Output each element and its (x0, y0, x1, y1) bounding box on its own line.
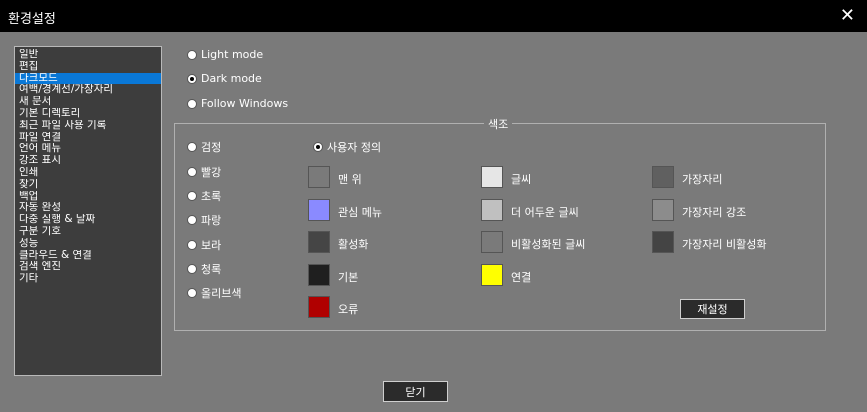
color-swatch[interactable] (652, 199, 674, 221)
sidebar-item[interactable]: 인쇄 (15, 167, 161, 179)
sidebar-item[interactable]: 검색 엔진 (15, 261, 161, 273)
radio-mode-option[interactable]: Light mode (187, 48, 263, 61)
color-swatch-label: 관심 메뉴 (338, 206, 382, 219)
color-swatch[interactable] (308, 199, 330, 221)
radio-indicator (187, 73, 197, 84)
color-swatch[interactable] (652, 166, 674, 188)
settings-category-list[interactable]: 일반 편집 다크모드 여백/경계선/가장자리 새 문서 기본 디렉토리 최근 파일 사용 기… (14, 46, 162, 376)
sidebar-item[interactable]: 찾기 (15, 179, 161, 191)
window-title: 환경설정 (8, 12, 56, 27)
radio-indicator (187, 288, 197, 298)
radio-label: Dark mode (201, 72, 262, 85)
radio-tone-option[interactable]: 청록 (187, 261, 221, 277)
color-swatch[interactable] (481, 166, 503, 188)
radio-indicator (187, 191, 197, 201)
radio-indicator (187, 167, 197, 177)
radio-custom-tone[interactable]: 사용자 정의 (313, 139, 381, 155)
color-swatch[interactable] (308, 296, 330, 318)
sidebar-item[interactable]: 백업 (15, 191, 161, 203)
color-swatch[interactable] (308, 166, 330, 188)
sidebar-item[interactable]: 자동 완성 (15, 202, 161, 214)
sidebar-item[interactable]: 기본 디렉토리 (15, 108, 161, 120)
sidebar-item[interactable]: 구분 기호 (15, 226, 161, 238)
radio-label: 파랑 (201, 214, 222, 227)
radio-indicator (187, 142, 197, 152)
color-swatch-label: 가장자리 (682, 173, 723, 186)
radio-tone-option[interactable]: 올리브색 (187, 285, 241, 301)
color-swatch-label: 더 어두운 글씨 (511, 206, 579, 219)
sidebar-item[interactable]: 클라우드 & 연결 (15, 250, 161, 262)
color-swatch[interactable] (308, 231, 330, 253)
sidebar-item[interactable]: 기타 (15, 273, 161, 285)
color-swatch-label: 비활성화된 글씨 (511, 238, 586, 251)
radio-mode-option[interactable]: Follow Windows (187, 97, 288, 110)
radio-label: 빨강 (201, 166, 222, 179)
close-icon[interactable]: ✕ (840, 5, 855, 26)
color-swatch[interactable] (308, 264, 330, 286)
tone-group-title: 색조 (484, 116, 513, 132)
color-swatch-label: 가장자리 비활성화 (682, 238, 767, 251)
color-swatch-label: 글씨 (511, 173, 532, 186)
radio-tone-option[interactable]: 빨강 (187, 164, 221, 180)
radio-custom-indicator (313, 142, 323, 152)
color-swatch-label: 기본 (338, 271, 359, 284)
title-bar: 환경설정 ✕ (0, 0, 867, 32)
radio-tone-option[interactable]: 초록 (187, 188, 221, 204)
radio-indicator (187, 264, 197, 274)
radio-label: 올리브색 (201, 287, 242, 300)
radio-indicator (187, 98, 197, 109)
color-swatch-label: 가장자리 강조 (682, 206, 747, 219)
color-swatch[interactable] (481, 231, 503, 253)
radio-tone-option[interactable]: 보라 (187, 237, 221, 253)
sidebar-item[interactable]: 성능 (15, 238, 161, 250)
radio-label: Follow Windows (201, 97, 289, 110)
reset-button[interactable]: 재설정 (680, 299, 745, 319)
color-swatch-label: 연결 (511, 271, 532, 284)
close-button[interactable]: 닫기 (383, 381, 448, 402)
radio-label: 보라 (201, 239, 222, 252)
sidebar-item[interactable]: 다크모드 (15, 72, 161, 85)
color-swatch-label: 오류 (338, 303, 359, 316)
radio-label: 초록 (201, 190, 222, 203)
radio-indicator (187, 49, 197, 60)
radio-custom-label: 사용자 정의 (327, 141, 382, 154)
sidebar-item[interactable]: 강조 표시 (15, 155, 161, 167)
color-swatch[interactable] (652, 231, 674, 253)
sidebar-item[interactable]: 편집 (15, 61, 161, 73)
radio-tone-option[interactable]: 검정 (187, 139, 221, 155)
color-swatch-label: 활성화 (338, 238, 369, 251)
sidebar-item[interactable]: 파일 연결 (15, 132, 161, 144)
radio-indicator (187, 215, 197, 225)
sidebar-item[interactable]: 여백/경계선/가장자리 (15, 84, 161, 96)
sidebar-item[interactable]: 새 문서 (15, 96, 161, 108)
sidebar-item[interactable]: 언어 메뉴 (15, 143, 161, 155)
color-swatch[interactable] (481, 264, 503, 286)
sidebar-item[interactable]: 다중 실행 & 날짜 (15, 214, 161, 226)
radio-label: 청록 (201, 263, 222, 276)
sidebar-item[interactable]: 최근 파일 사용 기록 (15, 120, 161, 132)
radio-tone-option[interactable]: 파랑 (187, 212, 221, 228)
radio-label: Light mode (201, 48, 264, 61)
radio-mode-option[interactable]: Dark mode (187, 72, 262, 85)
color-swatch-label: 맨 위 (338, 173, 362, 186)
sidebar-item[interactable]: 일반 (15, 49, 161, 61)
radio-indicator (187, 240, 197, 250)
color-swatch[interactable] (481, 199, 503, 221)
radio-label: 검정 (201, 141, 222, 154)
